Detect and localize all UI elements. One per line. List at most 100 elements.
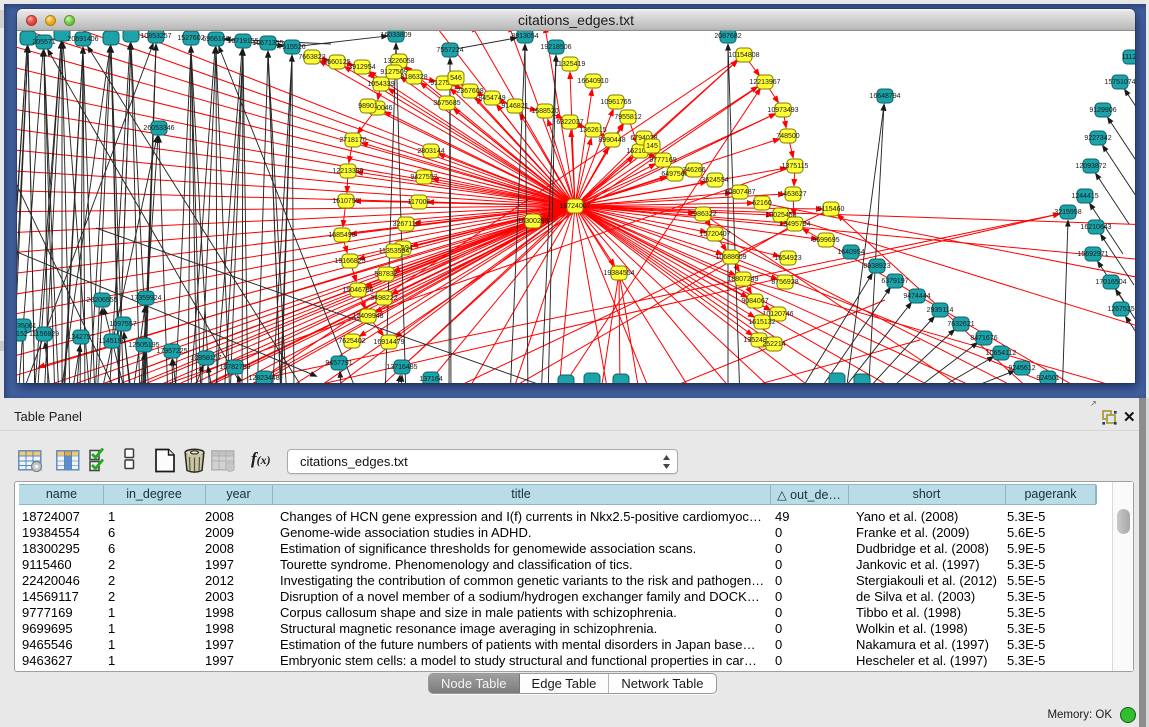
svg-text:18300295: 18300295 <box>517 218 548 225</box>
svg-text:17016504: 17016504 <box>1095 279 1126 286</box>
svg-text:10154808: 10154808 <box>728 52 759 59</box>
svg-text:15720407: 15720407 <box>699 231 730 238</box>
svg-text:11353594: 11353594 <box>379 248 410 255</box>
svg-text:11156829: 11156829 <box>29 331 59 338</box>
svg-text:39152: 39152 <box>17 331 28 338</box>
svg-text:3912954: 3912954 <box>348 64 375 71</box>
svg-text:10654112: 10654112 <box>986 350 1017 357</box>
svg-text:15046766: 15046766 <box>342 287 373 294</box>
svg-text:8454749: 8454749 <box>478 95 505 102</box>
svg-text:16210643: 16210643 <box>1080 224 1111 231</box>
svg-text:1375115: 1375115 <box>782 163 809 170</box>
svg-text:11325419: 11325419 <box>555 61 586 68</box>
svg-text:2935114: 2935114 <box>927 307 954 314</box>
svg-text:6966160: 6966160 <box>202 36 229 43</box>
svg-text:9227342: 9227342 <box>1084 135 1111 142</box>
svg-text:6379197: 6379197 <box>881 278 908 285</box>
svg-text:1145194: 1145194 <box>99 338 126 345</box>
svg-text:9146821: 9146821 <box>501 103 528 110</box>
svg-text:587832: 587832 <box>374 271 397 278</box>
svg-text:12093872: 12093872 <box>1075 163 1106 170</box>
svg-text:7632621: 7632621 <box>947 321 974 328</box>
svg-text:2087682: 2087682 <box>714 33 741 40</box>
svg-text:7625402: 7625402 <box>338 338 365 345</box>
svg-text:2803144: 2803144 <box>417 148 444 155</box>
svg-text:9699695: 9699695 <box>812 237 839 244</box>
svg-text:9245612: 9245612 <box>1008 365 1035 372</box>
svg-text:546: 546 <box>450 75 462 82</box>
svg-text:12213967: 12213967 <box>749 79 780 86</box>
svg-text:19218506: 19218506 <box>540 44 571 51</box>
svg-text:1527602: 1527602 <box>177 35 204 42</box>
svg-text:117006: 117006 <box>408 199 431 206</box>
svg-text:1654923: 1654923 <box>774 255 801 262</box>
svg-text:11123: 11123 <box>1122 54 1135 61</box>
svg-text:15751074: 15751074 <box>1104 79 1135 86</box>
svg-text:12505195: 12505195 <box>128 342 159 349</box>
svg-text:2718170: 2718170 <box>339 137 366 144</box>
svg-text:9457791: 9457791 <box>325 360 352 367</box>
svg-text:10958157: 10958157 <box>190 355 221 362</box>
svg-text:1244415: 1244415 <box>1071 193 1098 200</box>
svg-text:16033809: 16033809 <box>380 32 411 39</box>
svg-text:1685498: 1685498 <box>328 232 355 239</box>
svg-text:10807487: 10807487 <box>724 189 755 196</box>
svg-text:98901: 98901 <box>358 103 378 110</box>
svg-text:20206555: 20206555 <box>86 297 117 304</box>
svg-text:13495794: 13495794 <box>779 221 810 228</box>
svg-text:7663822: 7663822 <box>298 54 325 61</box>
svg-text:18724007: 18724007 <box>559 203 590 210</box>
svg-text:1610755: 1610755 <box>332 198 359 205</box>
svg-text:17957225: 17957225 <box>156 348 187 355</box>
svg-text:3624554: 3624554 <box>701 177 728 184</box>
svg-text:8471676: 8471676 <box>970 335 997 342</box>
svg-text:137164: 137164 <box>419 376 442 383</box>
svg-text:8660125: 8660125 <box>323 59 350 66</box>
svg-text:7515526: 7515526 <box>278 44 305 51</box>
svg-text:1463627: 1463627 <box>779 191 806 198</box>
svg-text:19166825: 19166825 <box>334 258 365 265</box>
svg-text:8756928: 8756928 <box>771 279 798 286</box>
svg-text:8938923: 8938923 <box>863 263 890 270</box>
svg-text:12823448: 12823448 <box>248 375 279 382</box>
svg-text:3675685: 3675685 <box>433 100 460 107</box>
svg-text:16640910: 16640910 <box>577 78 608 85</box>
svg-text:10853257: 10853257 <box>140 33 171 40</box>
svg-text:10688609: 10688609 <box>715 254 746 261</box>
svg-text:1097557: 1097557 <box>109 321 136 328</box>
svg-text:18807249: 18807249 <box>727 276 758 283</box>
svg-text:1054339: 1054339 <box>367 81 394 88</box>
svg-text:8990448: 8990448 <box>598 137 625 144</box>
svg-text:924501: 924501 <box>1036 375 1059 382</box>
svg-text:8813054: 8813054 <box>511 33 538 40</box>
svg-text:1588520: 1588520 <box>531 108 558 115</box>
svg-text:252214: 252214 <box>762 341 785 348</box>
svg-text:1362615: 1362615 <box>579 127 606 134</box>
svg-text:3267110: 3267110 <box>393 221 420 228</box>
svg-text:62160: 62160 <box>752 200 772 207</box>
svg-text:3498222: 3498222 <box>370 295 397 302</box>
svg-text:3215958: 3215958 <box>1054 209 1081 216</box>
svg-text:10961765: 10961765 <box>600 99 631 106</box>
svg-text:16914479: 16914479 <box>373 339 404 346</box>
svg-text:17359924: 17359924 <box>130 295 161 302</box>
svg-text:26053346: 26053346 <box>143 125 174 132</box>
svg-text:13716485: 13716485 <box>386 364 417 371</box>
svg-text:9474444: 9474444 <box>903 293 930 300</box>
svg-text:19384554: 19384554 <box>603 270 634 277</box>
svg-text:1267535: 1267535 <box>1107 306 1134 313</box>
svg-text:6322037: 6322037 <box>556 119 583 126</box>
svg-text:16648794: 16648794 <box>869 93 900 100</box>
svg-text:10973493: 10973493 <box>767 107 798 114</box>
svg-text:145: 145 <box>646 143 658 150</box>
svg-text:12213389: 12213389 <box>332 168 363 175</box>
svg-text:205571: 205571 <box>32 39 55 46</box>
svg-text:7986322: 7986322 <box>689 211 716 218</box>
svg-text:20691406: 20691406 <box>67 36 98 43</box>
svg-text:9427552: 9427552 <box>410 174 437 181</box>
svg-text:13226058: 13226058 <box>383 58 414 65</box>
svg-text:748500: 748500 <box>776 133 799 140</box>
svg-text:2367608: 2367608 <box>456 88 483 95</box>
svg-text:9084067: 9084067 <box>741 298 768 305</box>
svg-text:16782759: 16782759 <box>219 364 250 371</box>
